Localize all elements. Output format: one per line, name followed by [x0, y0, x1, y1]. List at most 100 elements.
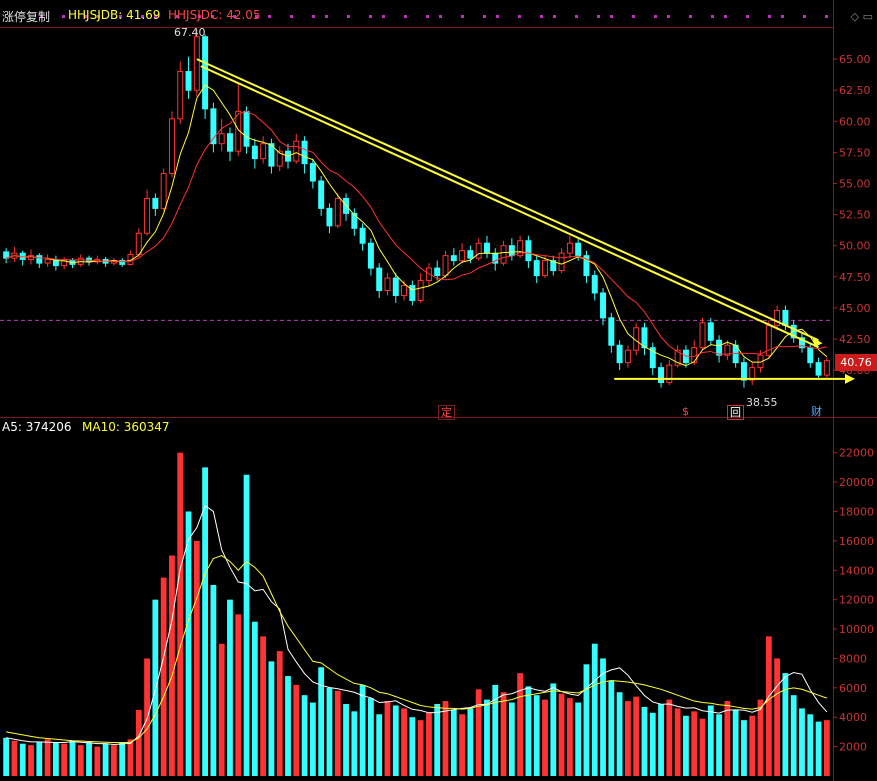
volume-bar [160, 577, 167, 776]
signal-dot [461, 15, 464, 18]
candle-body [467, 250, 474, 259]
candle-body [168, 118, 175, 175]
low-price-label: 38.55 [746, 396, 778, 409]
signal-dot [610, 15, 613, 18]
candle-body [351, 212, 358, 229]
candle-body [359, 227, 366, 244]
volume-bar [790, 695, 797, 776]
volume-bar [301, 695, 308, 776]
volume-bar [409, 717, 416, 776]
volume-bar [649, 712, 656, 776]
volume-bar [318, 667, 325, 776]
candle-body [384, 277, 391, 291]
diamond-icon[interactable]: ◇ [851, 10, 859, 23]
signal-dot [667, 15, 670, 18]
candle-body [260, 143, 267, 160]
candle-body [542, 260, 548, 277]
volume-bar [417, 720, 424, 776]
volume-bar [28, 745, 34, 776]
volume-bar [765, 636, 772, 776]
signal-dot [553, 15, 556, 18]
volume-bar [11, 740, 18, 776]
signal-dot [439, 15, 442, 18]
volume-bar [61, 743, 68, 776]
volume-bar [210, 584, 217, 776]
candle-body [707, 322, 714, 341]
volume-bar [3, 737, 10, 776]
candle-body [326, 207, 333, 227]
volume-bar [517, 673, 524, 776]
restore-icon[interactable]: ▭ [863, 10, 873, 23]
candle-body [500, 245, 507, 264]
volume-bar [193, 540, 200, 776]
signal-dot [369, 15, 372, 18]
volume-bar [309, 702, 316, 776]
candle-body [459, 250, 466, 262]
volume-bar [558, 693, 565, 776]
volume-bar [152, 599, 159, 776]
candle [699, 317, 706, 351]
volume-bar [616, 692, 623, 776]
volume-tick-label: 2000 [839, 741, 867, 754]
candle-body [44, 258, 51, 264]
candle-body [600, 292, 607, 319]
volume-bar [135, 709, 142, 776]
volume-bar [674, 708, 681, 776]
volume-bar [707, 705, 714, 776]
volume-bar [484, 699, 490, 776]
volume-bar [716, 714, 722, 776]
signal-dot [268, 15, 271, 18]
volume-bar [724, 701, 731, 776]
candle-body [823, 360, 830, 376]
volume-bar [384, 701, 391, 776]
candle-body [392, 277, 399, 296]
signal-dot [575, 15, 578, 18]
candle-body [309, 163, 316, 182]
last-price-tag: 40.76 [835, 354, 877, 371]
volume-bar [392, 705, 399, 776]
volume-bar [177, 452, 184, 776]
window-controls[interactable]: ◇ ▭ [851, 10, 873, 23]
signal-dot [632, 15, 635, 18]
volume-bar [218, 643, 225, 776]
volume-bar [285, 676, 291, 776]
volume-bar [77, 745, 84, 776]
volume-bar [691, 711, 698, 776]
volume-bar [641, 706, 648, 776]
volume-bar [475, 689, 482, 776]
chart-title: 涨停复制 [2, 10, 51, 24]
price-tick-label: 65.00 [839, 53, 871, 66]
volume-bar [44, 739, 51, 776]
price-tick-label: 47.50 [839, 271, 871, 284]
price-tick-label: 42.50 [839, 333, 871, 346]
volume-bar [326, 687, 333, 776]
candle [168, 111, 175, 178]
high-price-label: 67.40 [174, 26, 206, 39]
volume-tick-label: 22000 [839, 447, 874, 460]
candle-body [575, 242, 582, 257]
candle-body [318, 180, 325, 209]
volume-bar [658, 703, 664, 776]
candle [823, 357, 830, 378]
volume-bar [459, 714, 465, 776]
candle-body [641, 327, 648, 349]
volume-bar [102, 743, 109, 776]
candle-body [624, 349, 631, 364]
volume-bar [591, 643, 598, 776]
candle-body [442, 255, 449, 277]
volume-tick-label: 6000 [839, 682, 867, 695]
volume-bar [575, 702, 582, 776]
volume-bar [823, 720, 830, 776]
candle-body [591, 275, 598, 294]
signal-dot [825, 15, 828, 18]
candle-body [218, 133, 225, 145]
candle-body [508, 245, 515, 257]
signal-dot [325, 15, 328, 18]
volume-tick-label: 14000 [839, 564, 874, 577]
signal-dot [347, 15, 350, 18]
volume-bar [36, 742, 43, 776]
candle-body [450, 255, 457, 262]
volume-bar [376, 714, 383, 776]
candle-body [185, 71, 192, 91]
volume-bar [169, 555, 175, 776]
